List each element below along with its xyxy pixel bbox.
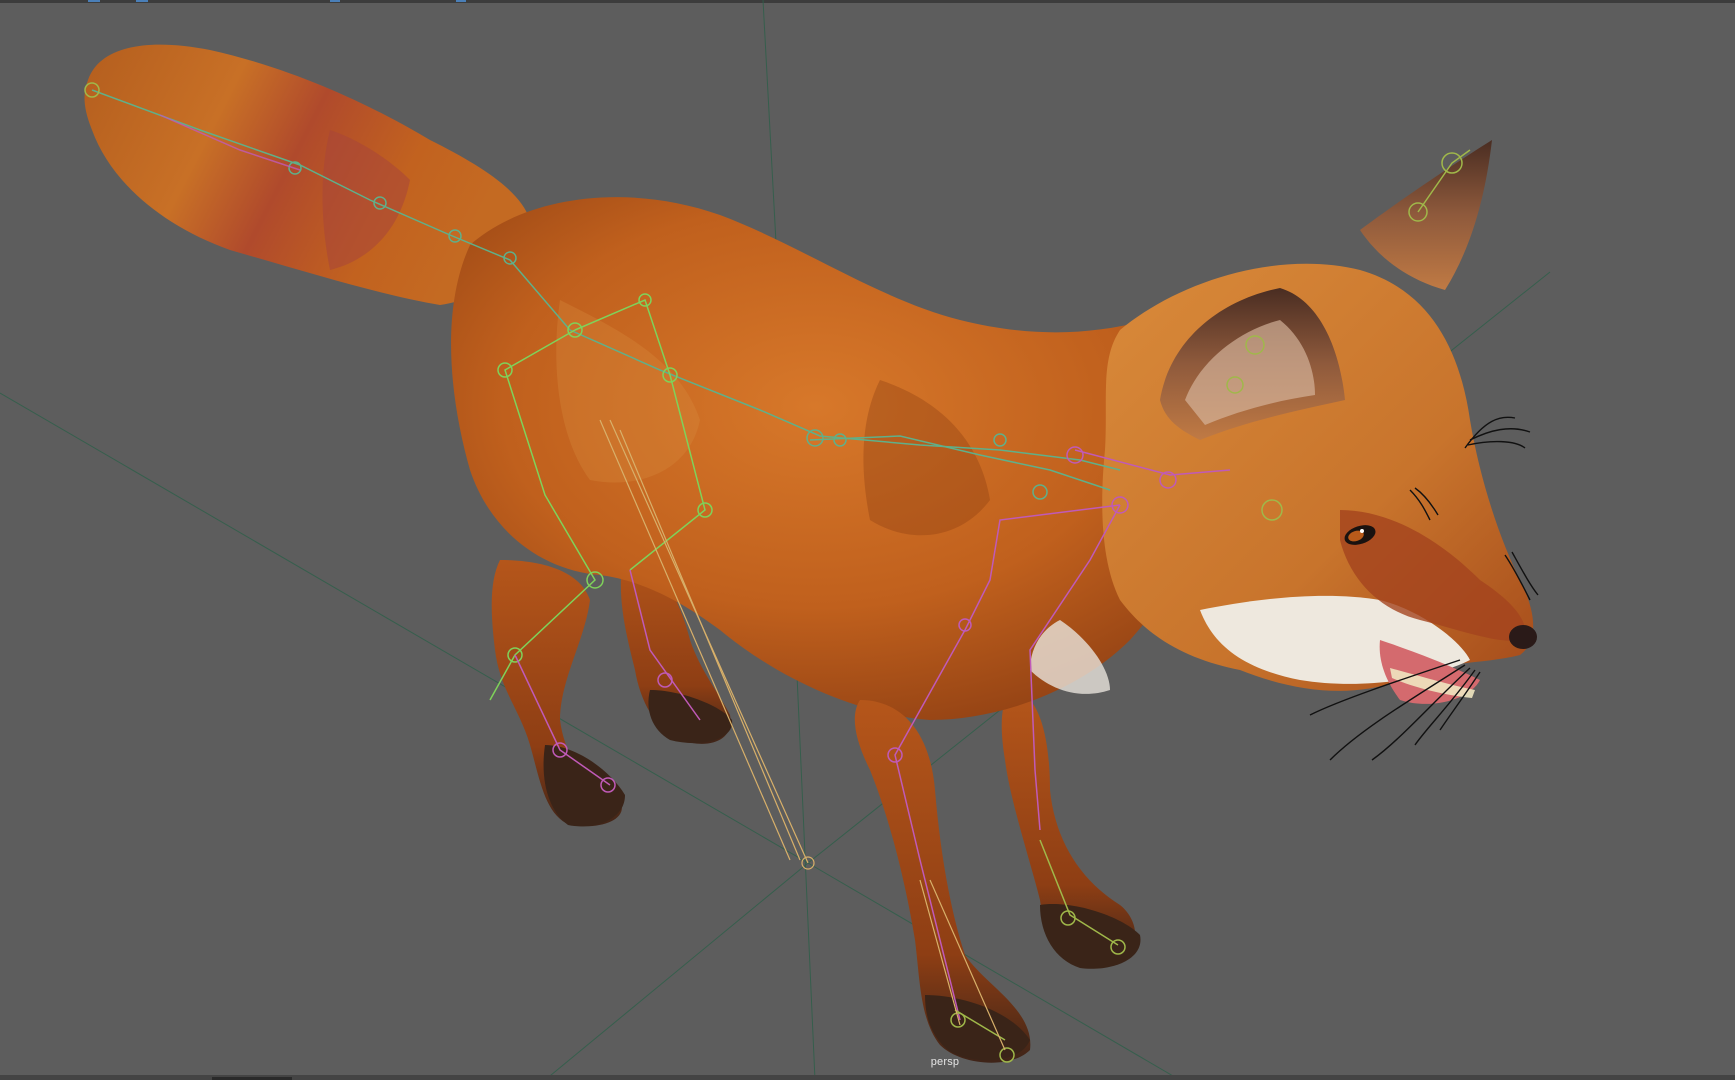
perspective-viewport[interactable]: persp xyxy=(0,0,1735,1080)
fox-front-leg-back xyxy=(1001,690,1141,969)
fox-front-leg-front xyxy=(854,700,1031,1063)
scene-canvas[interactable] xyxy=(0,0,1735,1080)
fox-hind-leg-front xyxy=(491,560,625,827)
camera-label: persp xyxy=(930,1056,960,1068)
grid-line xyxy=(544,862,809,1080)
